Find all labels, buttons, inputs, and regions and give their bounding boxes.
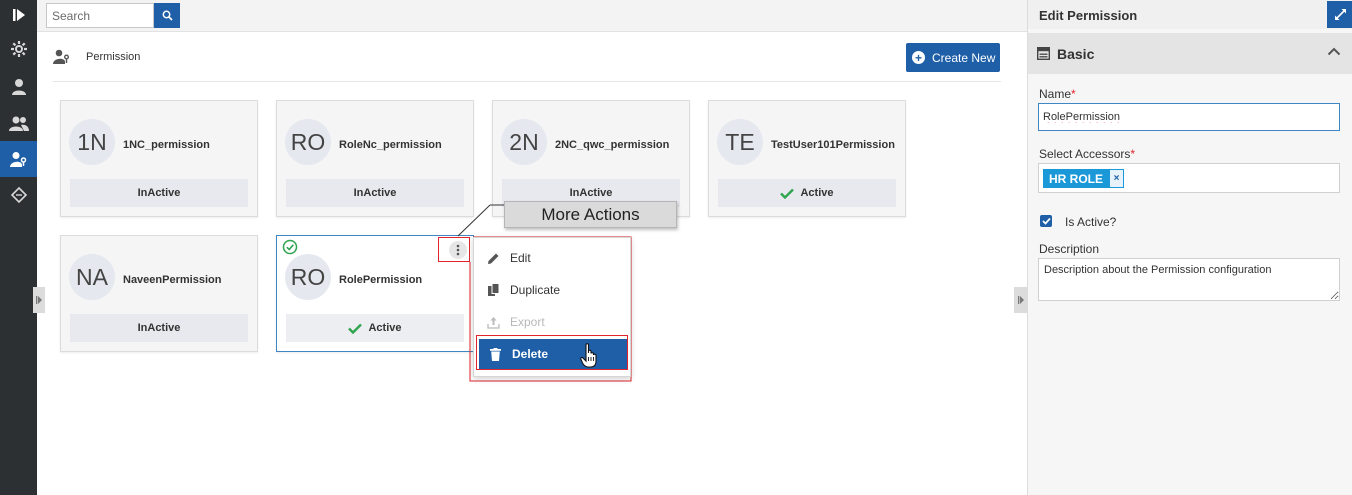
header-divider [53, 81, 1001, 82]
card-name: 2NC_qwc_permission [555, 139, 670, 151]
checkmark-icon [780, 188, 795, 199]
gear-icon[interactable] [0, 31, 37, 67]
kebab-highlight-box [438, 237, 470, 262]
pencil-icon [486, 251, 500, 265]
permission-card[interactable]: RO RoleNc_permission InActive [276, 100, 474, 217]
accessors-label: Select Accessors* [1039, 147, 1135, 161]
card-name: RolePermission [339, 274, 423, 286]
top-toolbar [37, 0, 1027, 32]
card-avatar: RO [285, 254, 331, 300]
tag-icon[interactable] [0, 177, 37, 213]
card-name: TestUser101Permission [771, 139, 895, 151]
name-label-text: Name [1039, 87, 1072, 101]
chip-label: HR ROLE [1049, 171, 1103, 186]
card-status: InActive [70, 314, 248, 342]
section-title: Basic [1057, 46, 1095, 62]
card-name: 1NC_permission [123, 139, 210, 151]
permission-card[interactable]: 1N 1NC_permission InActive [60, 100, 258, 217]
expand-panel-button[interactable] [1327, 1, 1352, 28]
menu-item-export[interactable]: Export [474, 307, 632, 337]
name-label: Name* [1039, 87, 1076, 101]
panel-header: Edit Permission [1028, 0, 1352, 29]
description-label: Description [1039, 242, 1100, 256]
card-status: Active [718, 179, 896, 207]
panel-title: Edit Permission [1039, 8, 1138, 23]
card-status: InActive [70, 179, 248, 207]
permission-icon [53, 49, 69, 64]
create-new-label: Create New [932, 50, 996, 65]
status-label: InActive [137, 322, 181, 334]
form-section-icon [1037, 47, 1050, 60]
left-nav-rail [0, 0, 37, 495]
collapse-right-handle[interactable] [1014, 287, 1027, 313]
menu-item-label: Duplicate [510, 283, 561, 297]
edit-permission-panel: Edit Permission Basic Name* Select Acces… [1027, 0, 1352, 495]
name-field[interactable] [1038, 103, 1340, 131]
permission-card[interactable]: TE TestUser101Permission Active [708, 100, 906, 217]
card-name: NaveenPermission [123, 274, 222, 286]
card-name: RoleNc_permission [339, 139, 442, 151]
plus-circle-icon: + [912, 51, 925, 64]
search-icon [162, 10, 173, 21]
card-avatar: 2N [501, 119, 547, 165]
permission-card[interactable]: 2N 2NC_qwc_permission InActive [492, 100, 690, 217]
users-icon[interactable] [0, 105, 37, 141]
basic-section-header[interactable]: Basic [1028, 33, 1352, 74]
accessor-chip: HR ROLE × [1043, 169, 1124, 188]
status-label: InActive [353, 187, 397, 199]
card-avatar: NA [69, 254, 115, 300]
page-title: Permission [86, 51, 141, 63]
menu-item-label: Edit [510, 251, 531, 265]
chevron-right-icon [36, 296, 42, 304]
chevron-up-icon[interactable] [1327, 46, 1341, 56]
card-status: Active [286, 314, 464, 342]
status-label: Active [800, 187, 834, 199]
collapse-left-handle[interactable] [33, 287, 45, 313]
selected-check-circle-icon [282, 239, 298, 255]
hand-cursor-icon [580, 343, 597, 368]
delete-highlight-box [476, 335, 628, 370]
chip-remove-button[interactable]: × [1109, 169, 1124, 188]
is-active-label: Is Active? [1065, 215, 1117, 229]
card-avatar: TE [717, 119, 763, 165]
card-avatar: RO [285, 119, 331, 165]
search-button[interactable] [154, 3, 180, 28]
search-input[interactable] [46, 3, 154, 28]
menu-item-duplicate[interactable]: Duplicate [474, 275, 632, 305]
accessors-multiselect[interactable]: HR ROLE × [1038, 163, 1340, 193]
permission-card[interactable]: NA NaveenPermission InActive [60, 235, 258, 352]
checkbox-check-icon [1041, 217, 1051, 225]
required-mark: * [1130, 147, 1136, 161]
menu-item-label: Export [510, 315, 545, 329]
checkmark-icon [348, 323, 363, 334]
page-header: Permission + Create New [37, 33, 1027, 81]
more-actions-callout: More Actions [504, 201, 677, 228]
is-active-checkbox[interactable] [1040, 215, 1052, 227]
duplicate-icon [486, 283, 500, 297]
export-icon [486, 315, 500, 329]
chevron-right-icon [1017, 296, 1024, 304]
status-label: InActive [569, 187, 613, 199]
card-avatar: 1N [69, 119, 115, 165]
required-mark: * [1071, 87, 1076, 101]
card-status: InActive [286, 179, 464, 207]
description-field[interactable]: Description about the Permission configu… [1038, 258, 1340, 301]
status-label: Active [368, 322, 402, 334]
accessors-label-text: Select Accessors [1039, 147, 1131, 161]
user-key-icon[interactable] [0, 141, 37, 177]
expand-icon [1334, 9, 1346, 20]
create-new-button[interactable]: + Create New [906, 43, 1000, 72]
status-label: InActive [137, 187, 181, 199]
app-logo-icon[interactable] [0, 0, 37, 29]
menu-item-edit[interactable]: Edit [474, 243, 632, 273]
user-icon[interactable] [0, 68, 37, 104]
